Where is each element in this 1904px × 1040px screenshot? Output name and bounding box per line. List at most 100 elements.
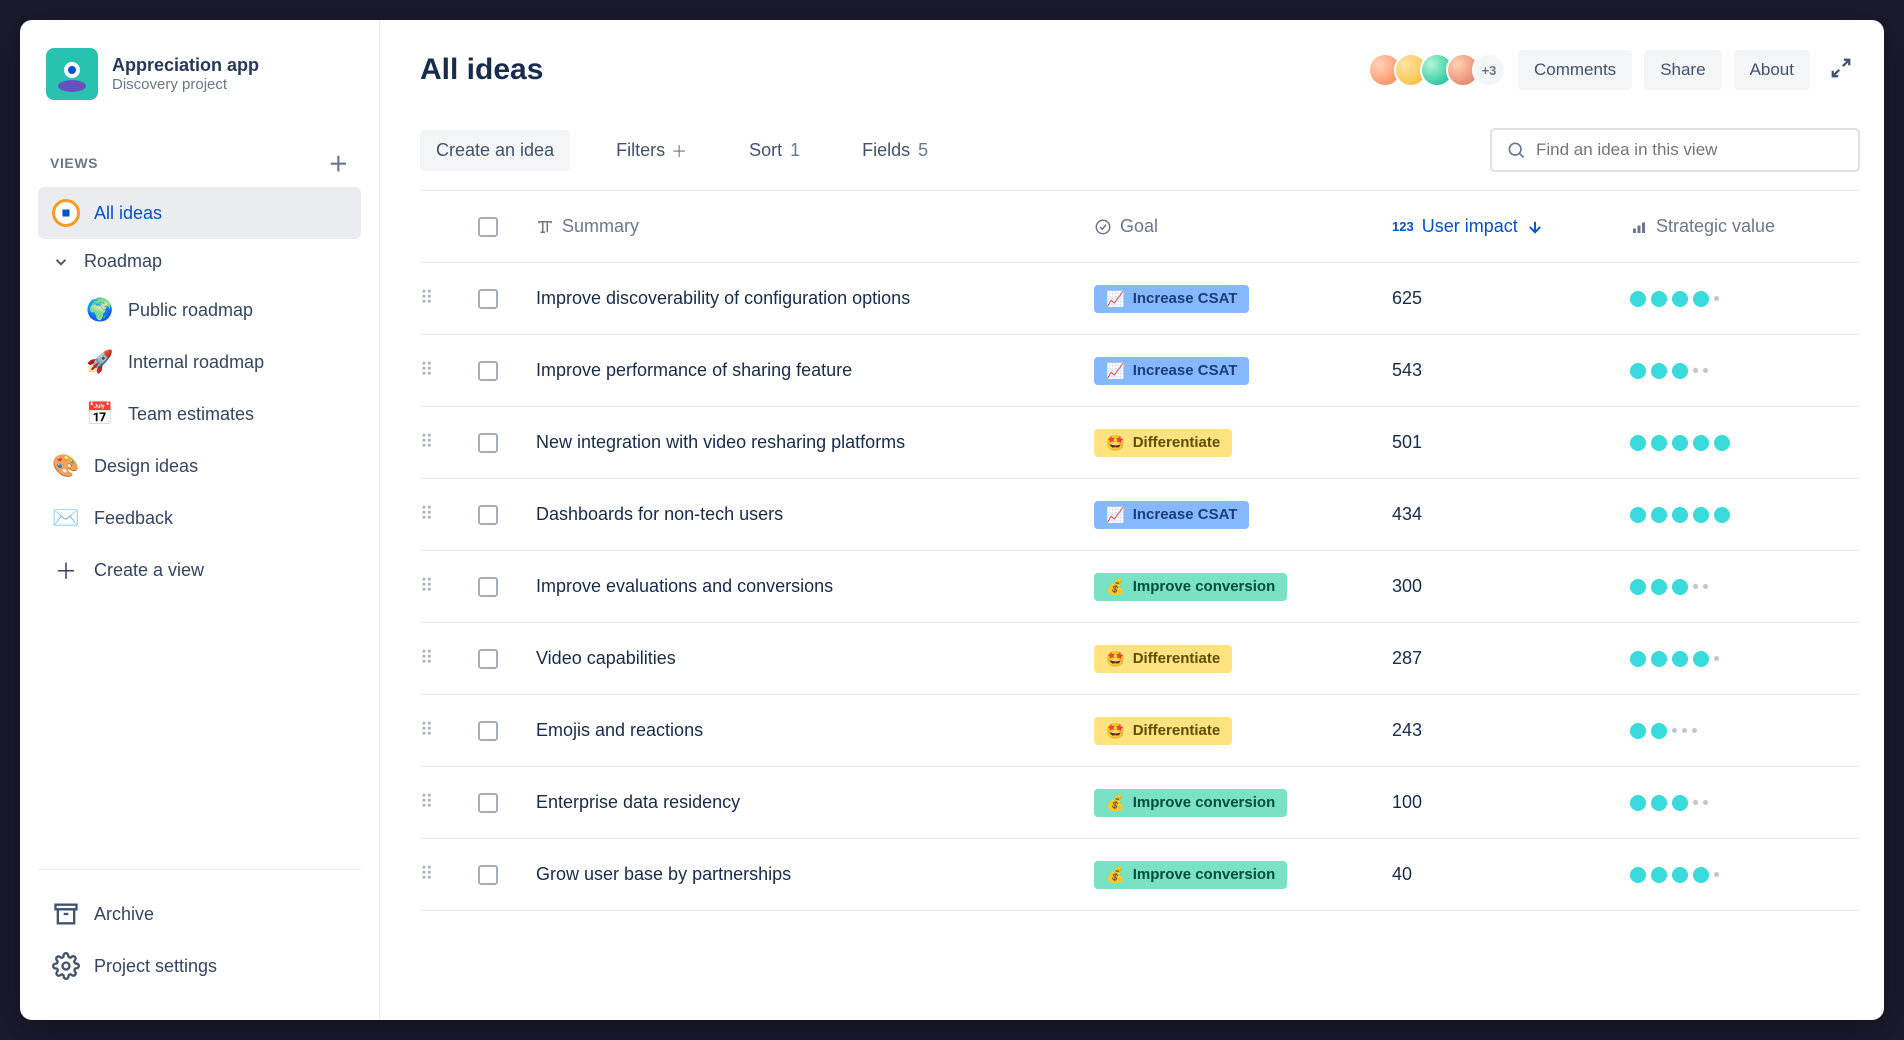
- rating-dot: [1651, 291, 1667, 307]
- check-circle-icon: [1094, 218, 1112, 236]
- sidebar-item-label: Team estimates: [128, 404, 254, 425]
- col-goal[interactable]: Goal: [1094, 216, 1384, 237]
- search-wrapper[interactable]: [1490, 128, 1860, 172]
- goal-chip[interactable]: 💰Improve conversion: [1094, 861, 1287, 889]
- table-row[interactable]: ⠿New integration with video resharing pl…: [420, 407, 1860, 479]
- drag-handle-icon[interactable]: ⠿: [420, 288, 470, 309]
- goal-chip[interactable]: 📈Increase CSAT: [1094, 357, 1249, 385]
- sidebar-item-internal-roadmap[interactable]: 🚀 Internal roadmap: [38, 336, 361, 388]
- goal-chip[interactable]: 📈Increase CSAT: [1094, 501, 1249, 529]
- rating-dot: [1672, 435, 1688, 451]
- drag-handle-icon[interactable]: ⠿: [420, 504, 470, 525]
- table-row[interactable]: ⠿Improve performance of sharing feature📈…: [420, 335, 1860, 407]
- row-checkbox[interactable]: [478, 505, 498, 525]
- col-strategic-value[interactable]: Strategic value: [1630, 216, 1860, 237]
- fields-button[interactable]: Fields 5: [846, 130, 944, 171]
- about-button[interactable]: About: [1734, 50, 1810, 90]
- sidebar-item-all-ideas[interactable]: All ideas: [38, 187, 361, 239]
- row-checkbox[interactable]: [478, 721, 498, 741]
- rating-dot: [1651, 651, 1667, 667]
- table-row[interactable]: ⠿Improve evaluations and conversions💰Imp…: [420, 551, 1860, 623]
- presence-stack[interactable]: +3: [1376, 53, 1506, 87]
- sidebar-item-team-estimates[interactable]: 📅 Team estimates: [38, 388, 361, 440]
- goal-emoji-icon: 🤩: [1106, 650, 1125, 668]
- row-checkbox[interactable]: [478, 289, 498, 309]
- col-summary[interactable]: Summary: [536, 216, 1086, 237]
- add-view-icon[interactable]: ＋: [328, 148, 349, 177]
- drag-handle-icon[interactable]: ⠿: [420, 360, 470, 381]
- row-checkbox[interactable]: [478, 793, 498, 813]
- rating-dot: [1651, 795, 1667, 811]
- goal-emoji-icon: 🤩: [1106, 434, 1125, 452]
- table-row[interactable]: ⠿Improve discoverability of configuratio…: [420, 263, 1860, 335]
- goal-emoji-icon: 📈: [1106, 362, 1125, 380]
- chevron-down-icon: [52, 253, 70, 271]
- row-checkbox[interactable]: [478, 577, 498, 597]
- drag-handle-icon[interactable]: ⠿: [420, 576, 470, 597]
- share-button[interactable]: Share: [1644, 50, 1721, 90]
- search-input[interactable]: [1536, 140, 1844, 160]
- goal-label: Improve conversion: [1133, 794, 1276, 811]
- sidebar-item-project-settings[interactable]: Project settings: [38, 940, 361, 992]
- rating-dot: [1630, 507, 1646, 523]
- rating-dot: [1672, 867, 1688, 883]
- goal-chip[interactable]: 💰Improve conversion: [1094, 573, 1287, 601]
- sidebar-item-feedback[interactable]: ✉️ Feedback: [38, 492, 361, 544]
- summary-cell: Grow user base by partnerships: [536, 864, 1086, 885]
- row-checkbox[interactable]: [478, 433, 498, 453]
- select-all-checkbox[interactable]: [478, 217, 498, 237]
- sidebar-item-create-view[interactable]: ＋ Create a view: [38, 544, 361, 596]
- table-row[interactable]: ⠿ Enterprise data residency 💰Improve conve…: [420, 767, 1860, 839]
- rating-dot: [1630, 579, 1646, 595]
- create-idea-button[interactable]: Create an idea: [420, 130, 570, 171]
- comments-button[interactable]: Comments: [1518, 50, 1632, 90]
- drag-handle-icon[interactable]: ⠿: [420, 432, 470, 453]
- drag-handle-icon[interactable]: ⠿: [420, 864, 470, 885]
- sort-button[interactable]: Sort 1: [733, 130, 816, 171]
- table-row[interactable]: ⠿Video capabilities🤩Differentiate287: [420, 623, 1860, 695]
- drag-handle-icon[interactable]: ⠿: [420, 648, 470, 669]
- strategic-value-cell: [1630, 435, 1860, 451]
- ideas-table: Summary Goal 123 User impact Strategic v…: [420, 190, 1860, 911]
- sidebar-item-label: Public roadmap: [128, 300, 253, 321]
- rating-dot: [1703, 584, 1708, 589]
- table-header: Summary Goal 123 User impact Strategic v…: [420, 191, 1860, 263]
- table-row[interactable]: ⠿ Grow user base by partnerships 💰Improve …: [420, 839, 1860, 911]
- col-user-impact[interactable]: 123 User impact: [1392, 216, 1622, 237]
- table-row[interactable]: ⠿Emojis and reactions🤩Differentiate243: [420, 695, 1860, 767]
- project-title: Appreciation app: [112, 55, 259, 76]
- summary-cell: Enterprise data residency: [536, 792, 1086, 813]
- sidebar-item-archive[interactable]: Archive: [38, 888, 361, 940]
- goal-chip[interactable]: 🤩Differentiate: [1094, 429, 1232, 457]
- sidebar-item-roadmap[interactable]: Roadmap: [38, 239, 361, 284]
- row-checkbox[interactable]: [478, 649, 498, 669]
- user-impact-cell: 501: [1392, 432, 1622, 453]
- goal-chip[interactable]: 🤩Differentiate: [1094, 717, 1232, 745]
- rating-dot: [1651, 435, 1667, 451]
- toolbar: Create an idea Filters＋ Sort 1 Fields 5: [420, 128, 1860, 172]
- strategic-value-cell: [1630, 795, 1860, 811]
- sidebar-item-label: Roadmap: [84, 251, 162, 272]
- row-checkbox[interactable]: [478, 865, 498, 885]
- rating-dot: [1714, 435, 1730, 451]
- avatar-more[interactable]: +3: [1472, 53, 1506, 87]
- globe-icon: 🌍: [86, 296, 114, 324]
- table-row[interactable]: ⠿Dashboards for non-tech users📈Increase …: [420, 479, 1860, 551]
- rating-dot: [1682, 728, 1687, 733]
- sidebar-item-design-ideas[interactable]: 🎨 Design ideas: [38, 440, 361, 492]
- rating-dot: [1693, 507, 1709, 523]
- drag-handle-icon[interactable]: ⠿: [420, 720, 470, 741]
- drag-handle-icon[interactable]: ⠿: [420, 792, 470, 813]
- sidebar-item-public-roadmap[interactable]: 🌍 Public roadmap: [38, 284, 361, 336]
- user-impact-cell: 434: [1392, 504, 1622, 525]
- row-checkbox[interactable]: [478, 361, 498, 381]
- goal-emoji-icon: 📈: [1106, 290, 1125, 308]
- goal-chip[interactable]: 📈Increase CSAT: [1094, 285, 1249, 313]
- expand-icon[interactable]: [1822, 53, 1860, 88]
- gear-icon: [52, 952, 80, 980]
- rating-dot: [1672, 363, 1688, 379]
- rating-dot: [1693, 291, 1709, 307]
- goal-chip[interactable]: 💰Improve conversion: [1094, 789, 1287, 817]
- filters-button[interactable]: Filters＋: [600, 128, 703, 172]
- goal-chip[interactable]: 🤩Differentiate: [1094, 645, 1232, 673]
